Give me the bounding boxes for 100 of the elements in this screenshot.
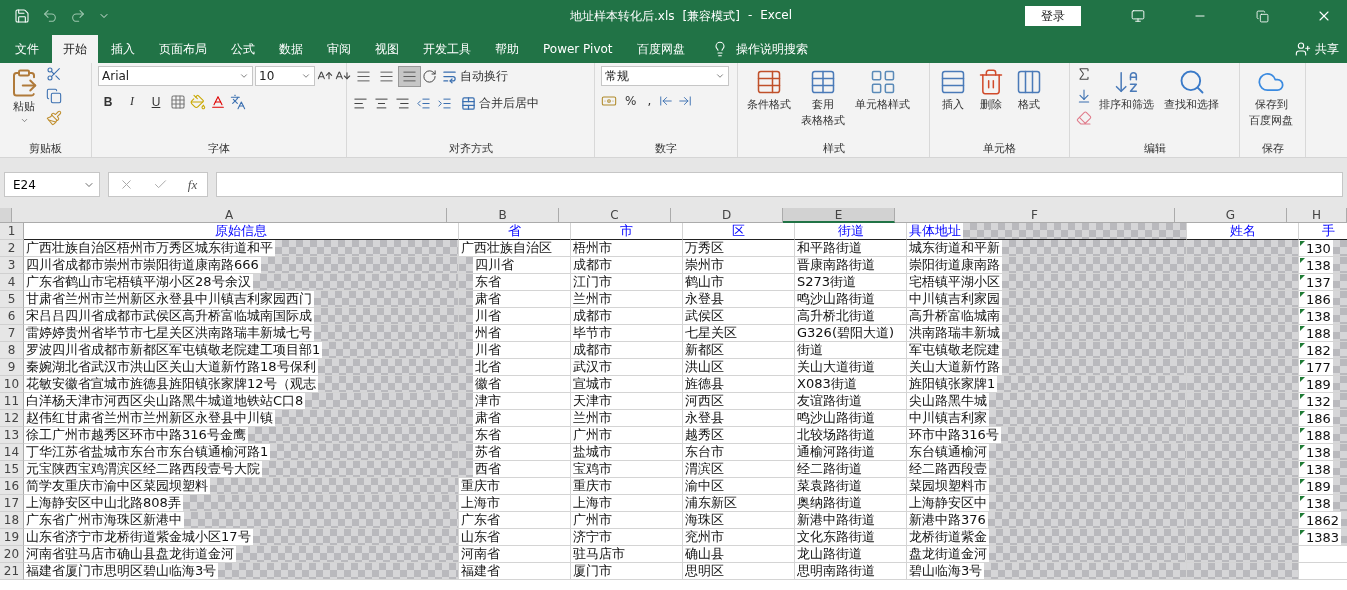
row-header[interactable]: 8 [0,342,24,359]
row-header[interactable]: 18 [0,512,24,529]
row-header[interactable]: 12 [0,410,24,427]
column-header[interactable]: F [895,208,1175,223]
editing-button[interactable]: 排序和筛选 [1096,66,1157,114]
caret-icon[interactable] [715,71,725,81]
orientation-icon[interactable] [422,69,437,84]
styles-button[interactable]: 条件格式 [744,66,794,114]
align-right-icon[interactable] [395,96,410,111]
table-cell-text: 山东省济宁市龙桥街道紫金城小区17号 [25,529,252,545]
cells-button[interactable]: 插入 [936,66,970,114]
share-button[interactable]: 共享 [1315,40,1339,58]
ribbon-tab[interactable]: Power Pivot [532,35,624,63]
table-cell-text: 浦东新区 [684,495,738,511]
number-format-field[interactable]: 常规 [601,66,729,86]
column-header[interactable]: G [1175,208,1287,223]
styles-button[interactable]: 套用 表格格式 [798,66,848,130]
autosum-icon[interactable] [1076,66,1092,82]
insert-function-button[interactable]: fx [187,176,198,193]
styles-button[interactable]: 单元格样式 [852,66,913,114]
name-box[interactable]: E24 [4,172,100,197]
increase-decimal-icon[interactable] [659,94,674,108]
row-header[interactable]: 4 [0,274,24,291]
comma-button[interactable]: , [644,92,655,110]
ribbon-tab[interactable]: 百度网盘 [625,35,696,63]
fill-icon[interactable] [1076,88,1092,104]
ribbon-tab[interactable]: 数据 [268,35,314,63]
group-title: 保存 [1260,141,1285,157]
row-header[interactable]: 20 [0,546,24,563]
ribbon-tab[interactable]: 页面布局 [148,35,218,63]
row-header[interactable]: 17 [0,495,24,512]
underline-button[interactable]: U [146,92,166,111]
borders-icon[interactable] [170,93,186,110]
ribbon-tab[interactable]: 帮助 [484,35,530,63]
align-center-icon[interactable] [374,96,389,111]
font-size-field[interactable]: 10 [255,66,315,86]
column-header[interactable]: A [12,208,447,223]
row-header[interactable]: 7 [0,325,24,342]
editing-button[interactable]: 查找和选择 [1161,66,1222,114]
column-header[interactable]: H [1287,208,1347,223]
row-header[interactable]: 1 [0,223,24,240]
increase-indent-icon[interactable] [437,96,452,111]
phonetic-icon[interactable] [230,93,246,110]
cells-button[interactable]: 格式 [1012,66,1046,114]
row-header[interactable]: 14 [0,444,24,461]
ribbon-tab[interactable]: 插入 [100,35,146,63]
row-header[interactable]: 2 [0,240,24,257]
row-header[interactable]: 15 [0,461,24,478]
accounting-icon[interactable] [601,93,617,109]
align-left-icon[interactable] [353,96,368,111]
column-header[interactable]: E [783,208,895,223]
row-header[interactable]: 9 [0,359,24,376]
sign-in-button[interactable]: 登录 [1025,6,1081,26]
vertical-align-button[interactable] [399,67,420,86]
caret-icon[interactable] [239,71,249,81]
fill-color-icon[interactable] [190,93,206,110]
restore-icon[interactable] [1255,9,1269,23]
italic-button[interactable]: I [122,92,142,111]
column-header[interactable]: B [447,208,559,223]
row-header[interactable]: 5 [0,291,24,308]
column-header[interactable]: D [671,208,783,223]
clear-icon[interactable] [1076,110,1092,126]
caret-icon[interactable] [301,71,311,81]
ribbon-display-icon[interactable] [1131,9,1145,23]
row-header[interactable]: 10 [0,376,24,393]
table-cell-text: 龙桥街道紫金 [908,529,988,545]
save-icon[interactable] [14,8,30,24]
font-color-icon[interactable] [210,93,226,110]
ribbon-tab[interactable]: 开始 [52,35,98,63]
ribbon-tab[interactable]: 视图 [364,35,410,63]
save-to-cloud-button[interactable]: 保存到 百度网盘 [1246,66,1296,130]
bold-button[interactable]: B [98,92,118,111]
row-header[interactable]: 11 [0,393,24,410]
cut-icon[interactable] [46,66,62,82]
tell-me-search[interactable]: 操作说明搜索 [735,40,808,58]
row-header[interactable]: 3 [0,257,24,274]
redo-icon[interactable] [70,8,86,24]
row-header[interactable]: 6 [0,308,24,325]
row-header[interactable]: 13 [0,427,24,444]
ribbon-tab[interactable]: 审阅 [316,35,362,63]
ribbon-tab[interactable]: 开发工具 [412,35,482,63]
ribbon-tab[interactable]: 文件 [4,35,50,63]
column-header[interactable]: C [559,208,671,223]
merge-center-button[interactable]: 合并后居中 [458,93,542,114]
cells-button[interactable]: 删除 [974,66,1008,114]
share-icon[interactable] [1295,41,1311,57]
percent-button[interactable]: % [622,92,640,110]
row-header[interactable]: 19 [0,529,24,546]
decrease-decimal-icon[interactable] [678,94,693,108]
font-name-field[interactable]: Arial [98,66,253,86]
wrap-text-button[interactable]: 自动换行 [439,66,511,87]
decrease-indent-icon[interactable] [416,96,431,111]
row-header[interactable]: 21 [0,563,24,580]
ribbon-tab[interactable]: 公式 [220,35,266,63]
paste-button[interactable]: 粘贴 [6,66,42,127]
row-header[interactable]: 16 [0,478,24,495]
copy-icon[interactable] [46,88,62,104]
undo-icon[interactable] [42,8,58,24]
format-painter-icon[interactable] [46,110,62,126]
formula-input[interactable] [216,172,1343,197]
